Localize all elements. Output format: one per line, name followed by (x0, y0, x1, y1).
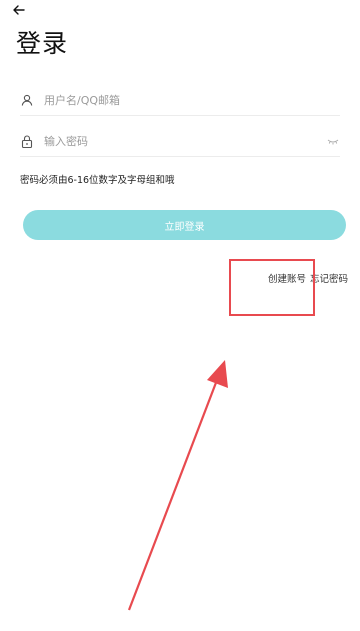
annotation-arrow (127, 360, 228, 611)
